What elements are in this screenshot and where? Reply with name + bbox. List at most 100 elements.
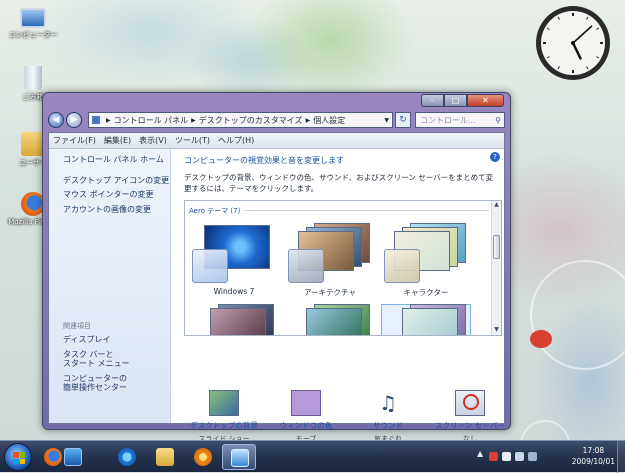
window-color-setting[interactable]: ウィンドウの色 モーブ (266, 390, 346, 444)
breadcrumb-separator: ▶ (191, 116, 196, 124)
volume-icon[interactable] (515, 452, 524, 461)
desktop-icon-label: コンピューター (8, 31, 58, 39)
theme-wallpaper-thumb (306, 307, 362, 335)
wallpaper-swirl (520, 420, 570, 440)
theme-list-scrollbar[interactable]: ▲ ▼ (491, 200, 501, 335)
clock-gadget[interactable] (533, 3, 613, 83)
show-desktop-button[interactable] (617, 441, 625, 473)
see-also-heading: 関連項目 (63, 322, 91, 330)
breadcrumb-item[interactable]: コントロール パネル (114, 115, 189, 126)
desktop-background-icon (209, 390, 239, 416)
close-button[interactable]: ✕ (467, 94, 504, 107)
display-link[interactable]: ディスプレイ (63, 335, 166, 345)
taskbar-explorer[interactable] (148, 444, 182, 470)
forward-arrow-icon: ▶ (70, 115, 78, 125)
theme-preview (288, 222, 372, 283)
forward-button[interactable]: ▶ (66, 112, 82, 128)
setting-title: スクリーン セーバー (435, 421, 505, 430)
tray-overflow-icon[interactable]: ▲ (477, 449, 483, 458)
maximize-button[interactable]: □ (444, 94, 467, 107)
theme-row2-2[interactable] (285, 303, 375, 335)
start-button[interactable] (4, 443, 32, 471)
theme-color-swatch (288, 248, 324, 283)
theme-preview (384, 222, 468, 283)
setting-title: デスクトップの背景 (190, 421, 258, 430)
refresh-button[interactable]: ↻ (395, 112, 411, 128)
tray-time: 17:08 (582, 446, 605, 455)
theme-list: Aero テーマ (7) Windows 7 アーキテクチャ キャラクター ▲ … (184, 199, 502, 336)
help-icon[interactable]: ? (490, 152, 500, 162)
theme-name: キャラクター (403, 287, 449, 297)
theme-name: アーキテクチャ (304, 287, 356, 297)
change-desktop-icons-link[interactable]: デスクトップ アイコンの変更 (63, 176, 170, 186)
window-color-icon (291, 390, 321, 416)
ease-of-access-link[interactable]: コンピューターの (63, 374, 166, 384)
page-description: デスクトップの背景、ウィンドウの色、サウンド、およびスクリーン セーバーをまとめ… (184, 173, 494, 194)
screen-saver-setting[interactable]: スクリーン セーバー なし (430, 390, 510, 444)
sound-icon: ♫ (379, 391, 397, 415)
taskbar-start-menu-link[interactable]: タスク バーと (63, 350, 166, 360)
media-center-icon (64, 448, 82, 466)
personalization-window: – □ ✕ ◀ ▶ ▶ コントロール パネル ▶ デスクトップのカスタマイズ ▶… (42, 92, 511, 443)
theme-preview (288, 303, 372, 335)
desktop-icon-computer[interactable]: コンピューター (4, 4, 62, 40)
theme-wallpaper-thumb (210, 307, 266, 335)
theme-name: Windows 7 (213, 286, 255, 296)
content-pane: ? コンピューターの視覚効果と音を変更します デスクトップの背景、ウィンドウの色… (171, 149, 504, 423)
theme-characters[interactable]: キャラクター (381, 222, 471, 298)
back-button[interactable]: ◀ (48, 112, 64, 128)
aero-themes-group: Aero テーマ (7) (189, 206, 489, 216)
taskbar-start-menu-link-line2[interactable]: スタート メニュー (63, 359, 166, 369)
taskbar-media-player[interactable] (186, 444, 220, 470)
menu-tools[interactable]: ツール(T) (175, 135, 210, 146)
change-mouse-pointer-link[interactable]: マウス ポインターの変更 (63, 190, 170, 200)
search-placeholder: コントロール... (420, 115, 476, 125)
personalization-icon (231, 449, 249, 467)
sound-setting[interactable]: ♫ サウンド 気まぐれ (348, 390, 428, 444)
back-arrow-icon: ◀ (52, 115, 60, 125)
group-divider (244, 210, 489, 211)
taskbar-internet-explorer[interactable] (110, 444, 144, 470)
desktop-background-setting[interactable]: デスクトップの背景 スライド ショー (184, 390, 264, 444)
computer-icon (20, 8, 46, 28)
control-panel-icon (92, 116, 100, 124)
task-pane: コントロール パネル ホーム デスクトップ アイコンの変更 マウス ポインターの… (49, 149, 171, 423)
ease-of-access-link-line2[interactable]: 簡単操作センター (63, 383, 166, 393)
scroll-down-icon[interactable]: ▼ (492, 326, 501, 335)
scroll-thumb[interactable] (493, 234, 500, 259)
control-panel-home-link[interactable]: コントロール パネル ホーム (63, 155, 170, 165)
taskbar-media-center[interactable] (56, 444, 90, 470)
taskbar: ▲ 17:08 2009/10/01 (0, 440, 625, 473)
theme-preview (384, 303, 468, 335)
chevron-down-icon[interactable]: ▼ (384, 117, 389, 124)
action-center-icon[interactable] (489, 452, 498, 461)
caption-buttons: – □ ✕ (421, 94, 504, 107)
theme-architecture[interactable]: アーキテクチャ (285, 222, 375, 298)
breadcrumb[interactable]: ▶ コントロール パネル ▶ デスクトップのカスタマイズ ▶ 個人設定 ▼ (88, 112, 393, 128)
breadcrumb-separator: ▶ (106, 116, 111, 124)
menu-file[interactable]: ファイル(F) (53, 135, 96, 146)
setting-title: ウィンドウの色 (279, 421, 333, 430)
menu-edit[interactable]: 編集(E) (104, 135, 131, 146)
theme-row2-1[interactable] (189, 303, 279, 335)
theme-windows7[interactable]: Windows 7 (189, 223, 279, 296)
related-links: ディスプレイ タスク バーと スタート メニュー コンピューターの 簡単操作セン… (63, 335, 166, 398)
theme-color-swatch (192, 248, 228, 283)
breadcrumb-separator: ▶ (305, 116, 311, 124)
scroll-up-icon[interactable]: ▲ (492, 201, 501, 210)
change-account-picture-link[interactable]: アカウントの画像の変更 (63, 205, 170, 215)
network-icon[interactable] (502, 452, 511, 461)
screen-saver-icon (455, 390, 485, 416)
tray-clock[interactable]: 17:08 2009/10/01 (572, 446, 615, 468)
folder-icon (156, 448, 174, 466)
theme-row2-3-selected[interactable] (381, 303, 471, 335)
device-icon[interactable] (528, 452, 537, 461)
menu-help[interactable]: ヘルプ(H) (218, 135, 254, 146)
breadcrumb-item[interactable]: デスクトップのカスタマイズ (199, 115, 303, 126)
breadcrumb-item[interactable]: 個人設定 (313, 115, 345, 126)
menu-view[interactable]: 表示(V) (139, 135, 167, 146)
notification-area: ▲ 17:08 2009/10/01 (475, 441, 625, 473)
search-input[interactable]: コントロール... ⚲ (415, 112, 505, 128)
taskbar-control-panel-active[interactable] (222, 444, 256, 470)
minimize-button[interactable]: – (421, 94, 444, 107)
